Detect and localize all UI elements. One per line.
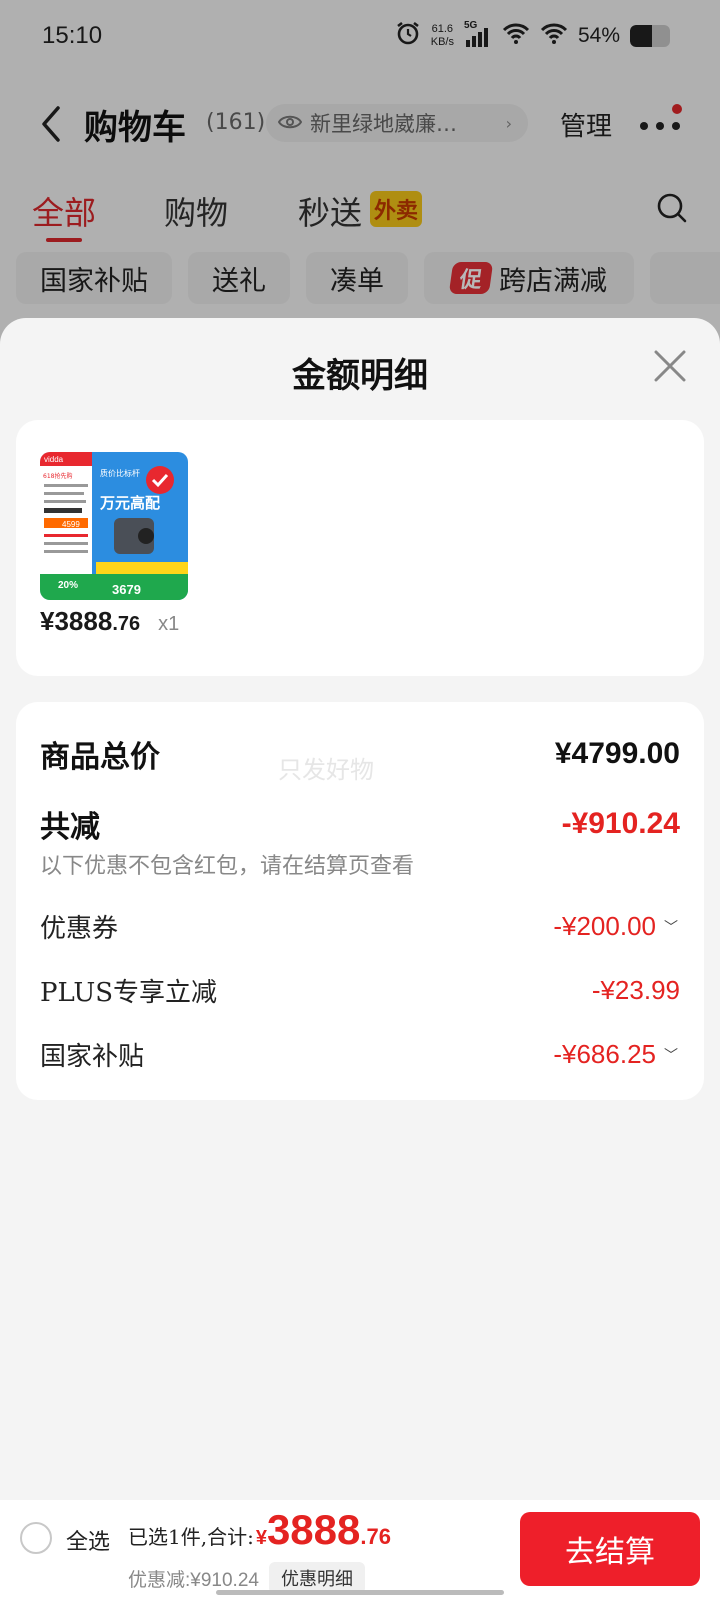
total-price-label: 商品总价 (40, 740, 160, 775)
national-subsidy-label: 国家补贴 (40, 1042, 145, 1072)
product-card: vidda 618抢先购 4599 20% 质价比标杆 万元高配 3679 ¥3… (16, 420, 704, 676)
coupon-label: 优惠券 (40, 914, 119, 944)
currency-symbol: ¥ (40, 606, 55, 636)
product-price: ¥3888.76 x1 (40, 606, 179, 637)
total-price-row: 商品总价 ¥4799.00 (40, 732, 680, 776)
national-subsidy-value: -¥686.25 (553, 1039, 656, 1069)
coupon-value-wrap: -¥200.00 ﹀ (553, 911, 680, 942)
total-decimal: .76 (360, 1524, 391, 1549)
sheet-title: 金额明细 (292, 356, 428, 396)
thumb-original-price: 4599 (62, 520, 80, 529)
home-indicator[interactable] (216, 1590, 504, 1595)
selected-count-text: 已选1件,合计: (128, 1525, 254, 1549)
savings-text: 优惠减:¥910.24 (128, 1569, 259, 1591)
plus-discount-value: -¥23.99 (591, 975, 680, 1005)
close-icon[interactable] (650, 346, 690, 386)
select-all-checkbox[interactable] (20, 1522, 52, 1554)
coupon-row[interactable]: 优惠券 -¥200.00 ﹀ (40, 908, 680, 945)
discount-note: 以下优惠不包含红包，请在结算页查看 (40, 854, 415, 879)
product-quantity: x1 (158, 613, 180, 635)
coupon-value: -¥200.00 (553, 911, 656, 941)
thumb-price: 3679 (112, 582, 141, 597)
thumb-brand: vidda (44, 455, 64, 464)
order-total: 已选1件,合计: ¥ 3888 .76 (128, 1506, 391, 1554)
select-all-label[interactable]: 全选 (66, 1524, 110, 1556)
plus-discount-row: PLUS专享立减 -¥23.99 (40, 972, 680, 1009)
thumb-subhead: 质价比标杆 (100, 468, 140, 478)
chevron-down-icon: ﹀ (664, 918, 678, 935)
amount-detail-sheet: 金额明细 vidda 618抢先购 4599 20% 质价比标杆 万元高配 36… (0, 318, 720, 1600)
checkout-bar: 全选 已选1件,合计: ¥ 3888 .76 优惠减:¥910.24 优惠明细 … (0, 1500, 720, 1600)
national-subsidy-row[interactable]: 国家补贴 -¥686.25 ﹀ (40, 1036, 680, 1073)
product-thumbnail[interactable]: vidda 618抢先购 4599 20% 质价比标杆 万元高配 3679 (40, 452, 188, 600)
total-integer: 3888 (266, 1506, 361, 1553)
price-breakdown-card: 只发好物 商品总价 ¥4799.00 共减 -¥910.24 以下优惠不包含红包… (16, 702, 704, 1100)
thumb-discount: 20% (58, 580, 78, 591)
thumb-headline: 万元高配 (99, 494, 160, 512)
total-reduction-label: 共减 (40, 810, 100, 845)
total-reduction-value: -¥910.24 (561, 807, 680, 840)
national-subsidy-value-wrap: -¥686.25 ﹀ (553, 1039, 680, 1070)
thumb-promo-top: 618抢先购 (43, 472, 72, 480)
total-currency: ¥ (255, 1527, 267, 1549)
checkout-button[interactable]: 去结算 (520, 1512, 700, 1586)
chevron-down-icon: ﹀ (664, 1046, 678, 1063)
plus-discount-label: PLUS专享立减 (40, 978, 218, 1008)
total-reduction-row: 共减 -¥910.24 (40, 802, 680, 846)
price-integer: 3888 (54, 606, 113, 636)
price-decimal: .76 (112, 613, 141, 635)
total-price-value: ¥4799.00 (554, 737, 680, 770)
